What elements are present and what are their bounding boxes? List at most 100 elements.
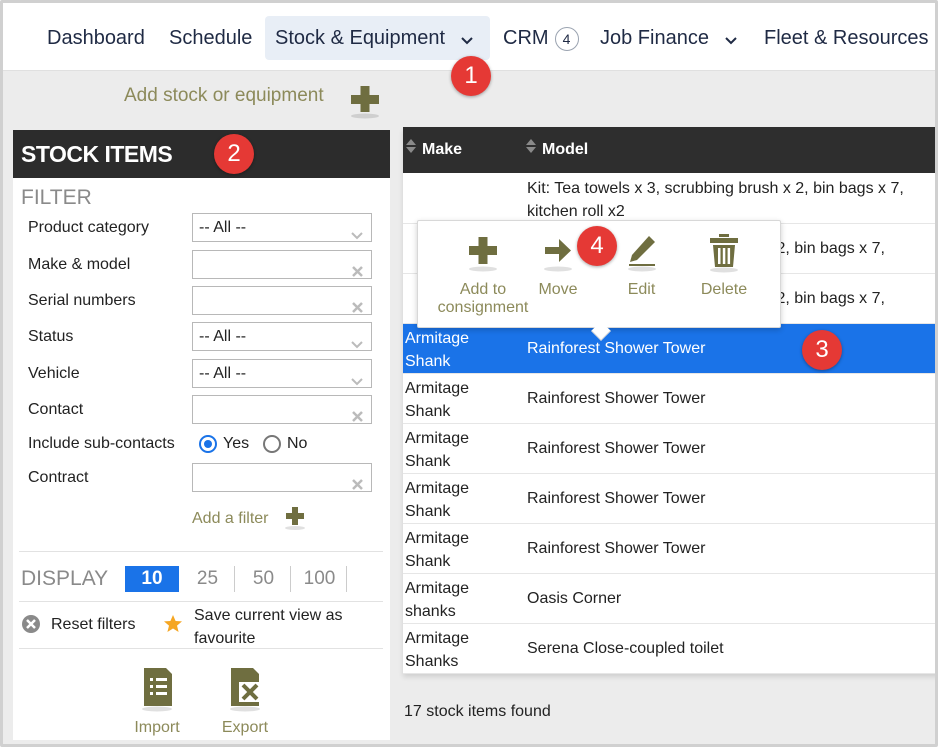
divider <box>19 648 383 649</box>
pencil-icon <box>627 236 656 272</box>
nav-crm[interactable]: CRM 4 <box>493 16 589 60</box>
table-row[interactable]: Armitage shanks Oasis Corner <box>403 574 935 624</box>
export-button[interactable]: Export <box>215 666 275 737</box>
cell-make: Armitage Shank <box>405 430 470 470</box>
chevron-down-icon <box>724 17 737 61</box>
radio-no[interactable] <box>263 435 281 453</box>
nav-job-finance[interactable]: Job Finance <box>590 16 747 60</box>
table-row[interactable]: Armitage Shank Rainforest Shower Tower <box>403 524 935 574</box>
star-icon[interactable] <box>163 614 183 639</box>
results-count: 17 stock items found <box>404 703 551 720</box>
app-window: Dashboard Schedule Stock & Equipment CRM… <box>0 0 938 747</box>
column-make[interactable]: Make <box>405 127 462 173</box>
add-filter-label: Add a filter <box>192 510 269 527</box>
sub-contacts-no-option[interactable]: No <box>263 435 307 453</box>
nav-schedule[interactable]: Schedule <box>159 16 262 60</box>
move-label: Move <box>538 281 578 298</box>
nav-stock-equipment[interactable]: Stock & Equipment <box>265 16 490 60</box>
column-model-label: Model <box>542 141 589 159</box>
chevron-down-icon <box>351 222 363 249</box>
cell-model: x 2, bin bags x 7, <box>764 290 885 307</box>
trash-icon <box>710 234 738 273</box>
reset-icon[interactable] <box>21 614 41 639</box>
sort-icon <box>405 127 417 173</box>
column-make-label: Make <box>422 141 463 159</box>
clear-icon[interactable] <box>352 259 363 286</box>
column-model[interactable]: Model <box>525 127 588 173</box>
divider <box>19 601 383 602</box>
nav-job-finance-label: Job Finance <box>600 27 709 49</box>
cell-make: Armitage Shank <box>405 380 470 420</box>
edit-button[interactable]: Edit <box>614 233 669 299</box>
contact-input[interactable] <box>192 395 372 424</box>
delete-button[interactable]: Delete <box>694 233 754 299</box>
page-size-10[interactable]: 10 <box>125 566 179 592</box>
import-button[interactable]: Import <box>127 666 187 737</box>
page-size-50[interactable]: 50 <box>237 566 291 592</box>
callout-badge-4: 4 <box>577 226 617 266</box>
chevron-down-icon <box>351 368 363 395</box>
table-row-selected[interactable]: Armitage Shank Rainforest Shower Tower <box>403 324 935 374</box>
filter-label-product-category: Product category <box>28 219 149 236</box>
chevron-down-icon <box>460 17 473 61</box>
export-icon <box>230 668 261 712</box>
cell-model: Rainforest Shower Tower <box>527 490 706 507</box>
add-stock-link[interactable]: Add stock or equipment <box>124 85 324 107</box>
add-to-consignment-label: Add to consignment <box>437 281 529 316</box>
vehicle-select[interactable]: -- All -- <box>192 359 372 388</box>
add-stock-label: Add stock or equipment <box>124 85 324 106</box>
radio-yes[interactable] <box>199 435 217 453</box>
contract-input[interactable] <box>192 463 372 492</box>
page-size-25[interactable]: 25 <box>181 566 235 592</box>
page-size-100[interactable]: 100 <box>293 566 347 592</box>
table-header: Make Model <box>403 127 935 173</box>
filter-label-include-sub-contacts: Include sub-contacts <box>28 435 175 452</box>
filter-label-make-model: Make & model <box>28 256 131 273</box>
save-view-link[interactable]: Save current view as favourite <box>194 604 374 650</box>
status-select[interactable]: -- All -- <box>192 322 372 351</box>
clear-icon[interactable] <box>352 295 363 322</box>
radio-yes-label: Yes <box>223 435 250 453</box>
table-row[interactable]: Armitage Shank Rainforest Shower Tower <box>403 424 935 474</box>
cell-model: Oasis Corner <box>527 590 622 607</box>
clear-icon[interactable] <box>352 472 363 499</box>
add-to-consignment-button[interactable]: Add to consignment <box>428 233 538 317</box>
stock-table: Make Model Kit: Tea towels x 3, scrubbin… <box>403 127 935 674</box>
filter-title: FILTER <box>21 186 92 209</box>
table-row[interactable]: Armitage Shank Rainforest Shower Tower <box>403 374 935 424</box>
vehicle-value: -- All -- <box>199 365 247 382</box>
table-row[interactable]: Armitage Shank Rainforest Shower Tower <box>403 474 935 524</box>
nav-dashboard[interactable]: Dashboard <box>37 16 155 60</box>
table-row[interactable]: Kit: Tea towels x 3, scrubbing brush x 2… <box>403 174 935 224</box>
clear-icon[interactable] <box>352 404 363 431</box>
nav-fleet-label: Fleet & Resources <box>764 27 929 49</box>
callout-badge-2: 2 <box>214 134 254 174</box>
filter-label-status: Status <box>28 328 74 345</box>
product-category-select[interactable]: -- All -- <box>192 213 372 242</box>
nav-fleet-resources[interactable]: Fleet & Resources <box>754 16 935 60</box>
plus-icon[interactable] <box>283 505 307 536</box>
cell-model: Rainforest Shower Tower <box>527 340 706 357</box>
filter-label-contract: Contract <box>28 469 89 486</box>
make-model-input[interactable] <box>192 250 372 279</box>
import-label: Import <box>134 719 180 736</box>
stock-items-panel: STOCK ITEMS FILTER Product category -- A… <box>13 130 390 740</box>
cell-model: x 2, bin bags x 7, <box>764 240 885 257</box>
reset-filters-link[interactable]: Reset filters <box>51 616 135 634</box>
status-value: -- All -- <box>199 328 247 345</box>
add-filter-link[interactable]: Add a filter <box>192 510 268 528</box>
table-row[interactable]: Armitage Shanks Serena Close-coupled toi… <box>403 624 935 674</box>
sub-contacts-yes-option[interactable]: Yes <box>199 435 249 453</box>
nav-schedule-label: Schedule <box>169 27 253 49</box>
divider <box>19 551 383 552</box>
chevron-down-icon <box>351 331 363 358</box>
cell-make: Armitage Shank <box>405 330 470 370</box>
nav-stock-label: Stock & Equipment <box>275 27 446 49</box>
display-label: DISPLAY <box>21 567 109 590</box>
export-label: Export <box>221 719 269 736</box>
product-category-value: -- All -- <box>199 219 247 236</box>
cell-make: Armitage Shank <box>405 480 470 520</box>
serial-numbers-input[interactable] <box>192 286 372 315</box>
plus-icon[interactable] <box>348 83 382 124</box>
cell-model: Serena Close-coupled toilet <box>527 640 724 657</box>
